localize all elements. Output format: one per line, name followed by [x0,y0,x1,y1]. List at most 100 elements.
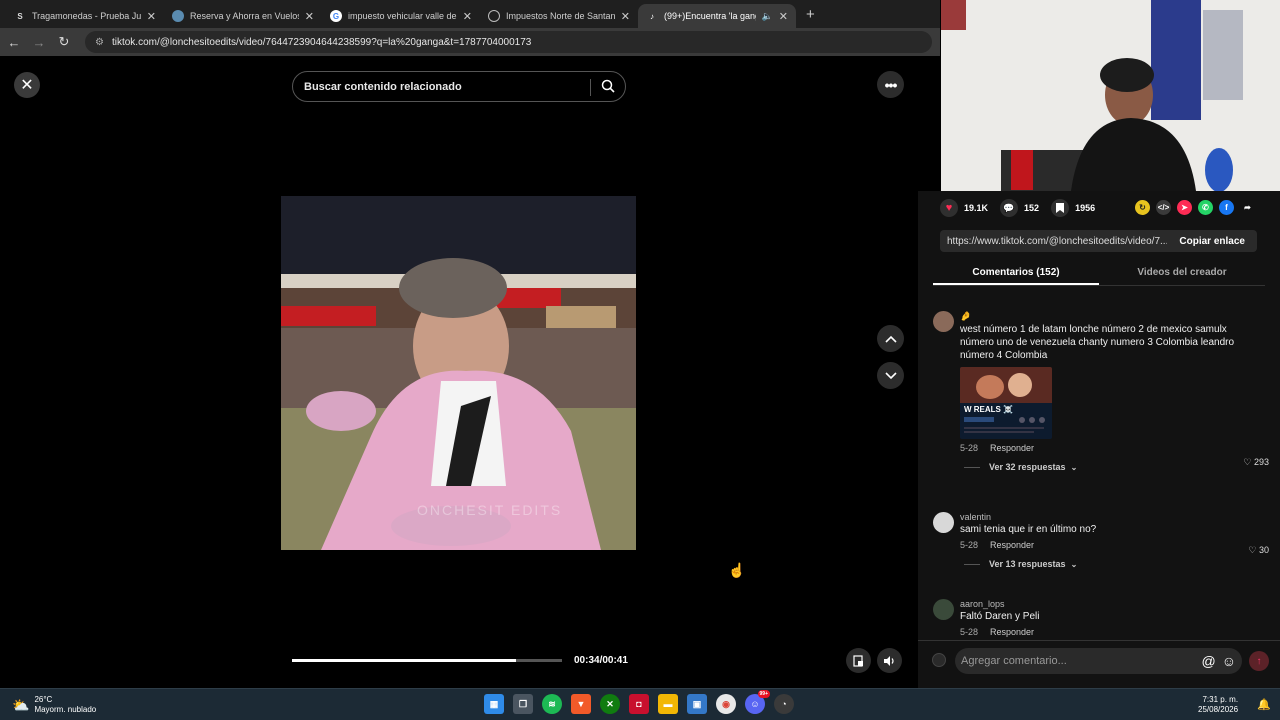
clock-date: 25/08/2026 [1198,705,1239,714]
repost-icon[interactable]: ↻ [1135,200,1150,215]
avatar[interactable] [933,311,954,332]
app-icon[interactable]: ◔ [774,694,794,714]
url-text: tiktok.com/@lonchesitoedits/video/764472… [111,36,532,48]
windows-start-icon[interactable]: ▦ [484,694,504,714]
tab-comments[interactable]: Comentarios (152) [933,262,1099,285]
browser-tab[interactable]: Impuestos Norte de Santander ✕ [480,4,638,28]
taskbar: ⛅ 26°C Mayorm. nublado ▦ ❐ ≋ ▼ ✕ ◘ ▬ ▣ ◉… [0,688,1280,720]
notification-icon[interactable]: 🔔 [1257,698,1271,711]
more-options-icon[interactable]: ••• [877,71,904,98]
spotify-icon[interactable]: ≋ [542,694,562,714]
browser-tab-active[interactable]: ♪ (99+)Encuentra 'la ganga' e 🔈 ✕ [638,4,796,28]
mention-icon[interactable]: @ [1201,653,1215,669]
video-watermark: ONCHESIT EDITS [417,502,563,518]
close-tab-icon[interactable]: ✕ [463,10,472,23]
close-tab-icon[interactable]: ✕ [147,10,156,23]
comment-username[interactable]: 🤌 [960,311,1260,322]
browser-tab[interactable]: G impuesto vehicular valle del ro ✕ [322,4,480,28]
send-icon[interactable]: ➤ [1177,200,1192,215]
tiktok-icon: ♪ [650,11,654,21]
browser-tab[interactable]: S Tragamonedas - Prueba Juegos ✕ [6,4,164,28]
url-field[interactable]: ⚙ tiktok.com/@lonchesitoedits/video/7644… [85,31,932,53]
tab-title: Tragamonedas - Prueba Juegos [32,11,141,21]
save-count: 1956 [1075,203,1096,213]
clock[interactable]: 7:31 p. m. 25/08/2026 [1198,695,1238,715]
comment-username[interactable]: aaron_lops [960,599,1260,609]
close-tab-icon[interactable]: ✕ [305,10,314,23]
comment-like-count: 293 [1253,457,1269,467]
store-icon[interactable]: ▣ [687,694,707,714]
close-tab-icon[interactable]: ✕ [621,10,630,23]
comment-like-button[interactable]: ♡ 293 [1243,457,1269,468]
close-tab-icon[interactable]: ✕ [779,10,788,23]
view-replies-button[interactable]: Ver 13 respuestas ⌄ [960,559,1260,569]
speaker-icon[interactable]: 🔈 [762,11,773,22]
embed-icon[interactable]: </> [1156,200,1171,215]
new-tab-icon[interactable]: + [806,6,815,23]
weather-widget[interactable]: ⛅ 26°C Mayorm. nublado [12,695,96,715]
reload-icon[interactable]: ↻ [53,34,75,50]
search-icon[interactable] [601,79,615,93]
share-arrow-icon[interactable]: ➦ [1240,200,1255,215]
like-button[interactable]: ♥ 19.1K [940,199,988,217]
chevron-down-icon [884,371,897,379]
comment-image-caption: W REALS ☠️ [964,405,1014,414]
emoji-icon[interactable]: ☺ [1222,653,1236,669]
tab-title: impuesto vehicular valle del ro [348,11,457,21]
panel-tabs: Comentarios (152) Videos del creador [933,262,1265,286]
reply-button[interactable]: Responder [990,540,1034,550]
file-explorer-icon[interactable]: ▬ [658,694,678,714]
avatar[interactable] [933,512,954,533]
divider-line [964,563,980,565]
forward-icon[interactable]: → [28,35,50,50]
volume-button[interactable] [877,648,902,673]
video-progress-bar[interactable] [292,659,562,662]
comment-like-button[interactable]: ♡ 30 [1248,545,1269,556]
browser-tab[interactable]: Reserva y Ahorra en Vuelos y H ✕ [164,4,322,28]
video-frame[interactable]: ONCHESIT EDITS [281,196,636,550]
reply-button[interactable]: Responder [990,627,1034,637]
back-icon[interactable]: ← [3,35,25,50]
view-replies-button[interactable]: Ver 32 respuestas ⌄ [960,462,1260,472]
comment-image[interactable]: W REALS ☠️ [960,367,1052,439]
next-video-button[interactable] [877,362,904,389]
picture-in-picture-button[interactable] [846,648,871,673]
discord-badge: 99+ [757,690,770,698]
view-replies-label: Ver 13 respuestas [989,559,1066,569]
copy-link-button[interactable]: Copiar enlace [1167,236,1257,247]
comment-meta: 5-28 Responder [960,443,1260,453]
previous-video-button[interactable] [877,325,904,352]
xbox-icon[interactable]: ✕ [600,694,620,714]
share-link-url[interactable]: https://www.tiktok.com/@lonchesitoedits/… [940,236,1167,247]
facebook-icon[interactable]: f [1219,200,1234,215]
mouse-cursor: ☝ [728,562,746,578]
comment-input-placeholder: Agregar comentario... [961,655,1067,667]
task-view-icon[interactable]: ❐ [513,694,533,714]
app-red-icon[interactable]: ◘ [629,694,649,714]
site-settings-icon[interactable]: ⚙ [95,37,104,48]
tab-creator-videos[interactable]: Videos del creador [1099,262,1265,285]
comment-date: 5-28 [960,540,979,550]
whatsapp-icon[interactable]: ✆ [1198,200,1213,215]
comment-button[interactable]: 💬 152 [1000,199,1039,217]
avatar[interactable] [933,599,954,620]
chevron-down-icon: ⌄ [1070,559,1078,569]
comment-text: Faltó Daren y Peli [960,611,1040,622]
temperature: 26°C [34,695,53,704]
brave-icon[interactable]: ▼ [571,694,591,714]
comment-text: west número 1 de latam lonche número 2 d… [960,324,1235,361]
chrome-icon[interactable]: ◉ [716,694,736,714]
close-icon[interactable]: ✕ [14,72,40,98]
send-comment-button[interactable]: ↑ [1249,651,1269,671]
discord-icon[interactable]: ☺ 99+ [745,690,770,714]
video-progress-fill [292,659,517,662]
comment-username[interactable]: valentin [960,512,1260,522]
comment-input[interactable]: Agregar comentario... @ ☺ [955,648,1242,674]
search-input[interactable]: Buscar contenido relacionado [292,71,626,102]
video-stats: ♥ 19.1K 💬 152 1956 [940,199,1107,217]
bookmark-icon [1051,199,1070,217]
reply-button[interactable]: Responder [990,443,1034,453]
globe-icon [172,10,184,22]
save-button[interactable]: 1956 [1051,199,1095,217]
view-replies-label: Ver 32 respuestas [989,462,1066,472]
